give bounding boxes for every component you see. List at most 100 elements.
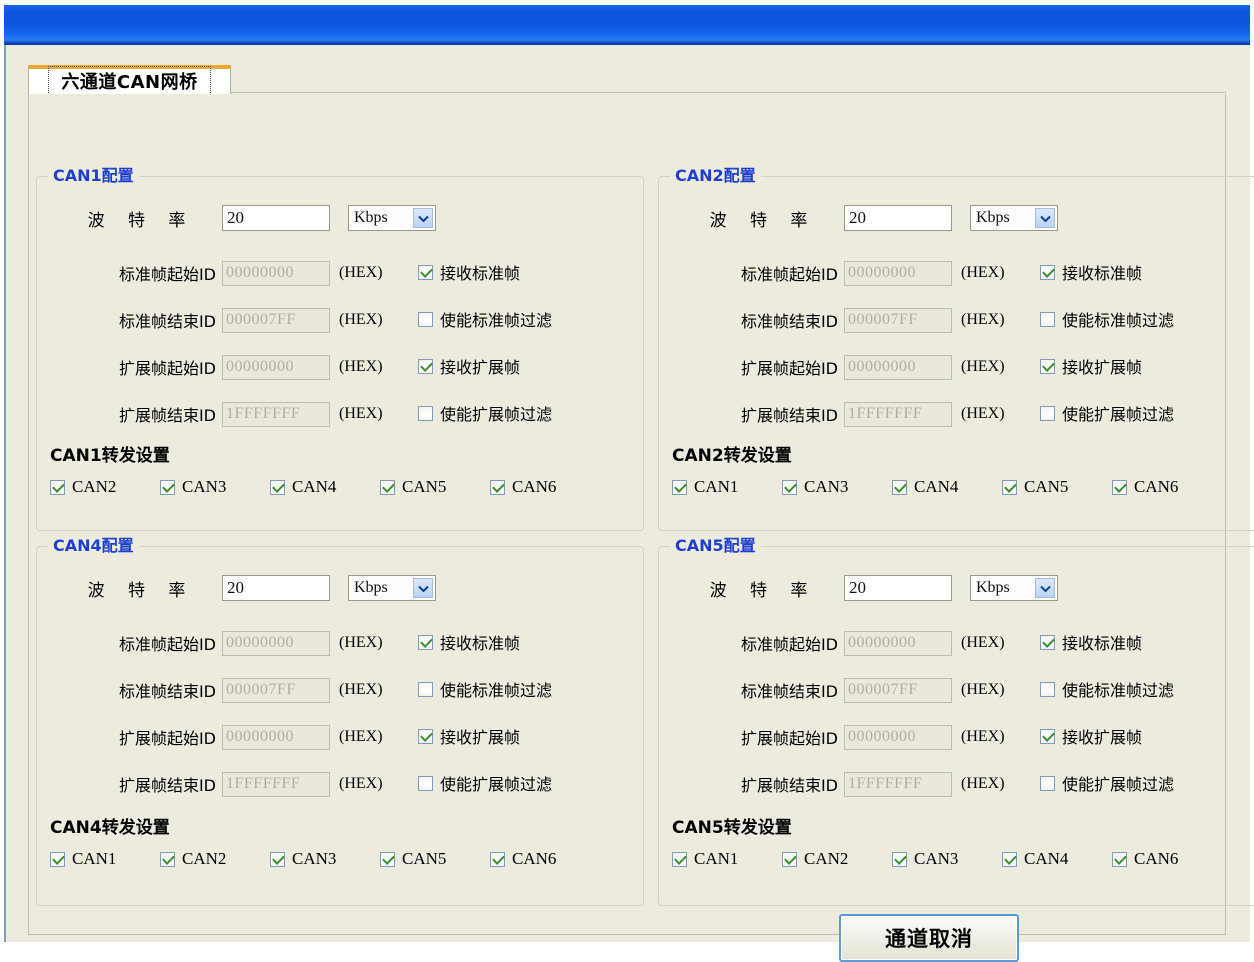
can1-baud-unit-value: Kbps bbox=[354, 209, 388, 226]
can2-std-start-id-input[interactable] bbox=[844, 260, 952, 286]
can1-enable-ext-filter-checkbox[interactable]: 使能扩展帧过滤 bbox=[418, 401, 552, 425]
can5-baud-unit-value: Kbps bbox=[976, 579, 1010, 596]
can5-ext-start-id-hex: (HEX) bbox=[961, 728, 1005, 745]
can4-forward-can2[interactable]: CAN2 bbox=[160, 849, 270, 869]
can1-std-start-id-row: 标准帧起始ID (HEX) bbox=[50, 260, 383, 286]
can4-enable-std-filter-checkbox[interactable]: 使能标准帧过滤 bbox=[418, 677, 552, 701]
can2-forward-can3[interactable]: CAN3 bbox=[782, 477, 892, 497]
can1-recv-ext-frame-checkbox[interactable]: 接收扩展帧 bbox=[418, 354, 520, 378]
can5-ext-start-id-input[interactable] bbox=[844, 724, 952, 750]
can1-std-start-id-input[interactable] bbox=[222, 260, 330, 286]
can2-baud-unit-select[interactable]: Kbps bbox=[970, 205, 1058, 231]
can1-baud-label: 波 特 率 bbox=[87, 210, 195, 231]
can4-ext-start-id-label: 扩展帧起始ID bbox=[118, 729, 216, 748]
can4-enable-ext-filter-checkbox[interactable]: 使能扩展帧过滤 bbox=[418, 771, 552, 795]
can1-enable-std-filter-checkbox[interactable]: 使能标准帧过滤 bbox=[418, 307, 552, 331]
can1-forward-can6[interactable]: CAN6 bbox=[490, 477, 600, 497]
can1-forward-can4[interactable]: CAN4 bbox=[270, 477, 380, 497]
can5-enable-ext-filter-checkbox[interactable]: 使能扩展帧过滤 bbox=[1040, 771, 1174, 795]
chevron-down-icon[interactable] bbox=[413, 578, 433, 598]
can5-forward-can6[interactable]: CAN6 bbox=[1112, 849, 1222, 869]
can2-std-end-id-input[interactable] bbox=[844, 307, 952, 333]
can2-forward-can4[interactable]: CAN4 bbox=[892, 477, 1002, 497]
can4-forward-can1[interactable]: CAN1 bbox=[50, 849, 160, 869]
can5-baud-input[interactable] bbox=[844, 575, 952, 601]
can1-forward-can2-label: CAN2 bbox=[72, 477, 117, 496]
can4-baud-input[interactable] bbox=[222, 575, 330, 601]
can5-ext-end-id-input[interactable] bbox=[844, 771, 952, 797]
can4-std-start-id-row: 标准帧起始ID (HEX) bbox=[50, 630, 383, 656]
can2-ext-end-id-label: 扩展帧结束ID bbox=[740, 406, 838, 425]
can4-baud-unit-select[interactable]: Kbps bbox=[348, 575, 436, 601]
can2-ext-start-id-input[interactable] bbox=[844, 354, 952, 380]
can5-forward-can3[interactable]: CAN3 bbox=[892, 849, 1002, 869]
can5-baud-unit-select[interactable]: Kbps bbox=[970, 575, 1058, 601]
can2-std-start-id-hex: (HEX) bbox=[961, 264, 1005, 281]
can4-ext-end-id-input[interactable] bbox=[222, 771, 330, 797]
can2-baud-input[interactable] bbox=[844, 205, 952, 231]
can1-forward-can5[interactable]: CAN5 bbox=[380, 477, 490, 497]
can4-std-end-id-input[interactable] bbox=[222, 677, 330, 703]
can4-ext-start-id-input[interactable] bbox=[222, 724, 330, 750]
can5-forward-can1-label: CAN1 bbox=[694, 849, 739, 868]
chevron-down-icon[interactable] bbox=[1035, 578, 1055, 598]
tab-strip: 六通道CAN网桥 bbox=[28, 65, 1226, 97]
can4-forward-can3[interactable]: CAN3 bbox=[270, 849, 380, 869]
can2-recv-std-frame-checkbox[interactable]: 接收标准帧 bbox=[1040, 260, 1142, 284]
can4-ext-end-id-hex: (HEX) bbox=[339, 775, 383, 792]
can4-forward-can6[interactable]: CAN6 bbox=[490, 849, 600, 869]
can4-recv-std-frame-checkbox[interactable]: 接收标准帧 bbox=[418, 630, 520, 654]
group-can4-config: CAN4配置 波 特 率 Kbps 标准帧起始ID (HEX) bbox=[36, 536, 644, 906]
chevron-down-icon[interactable] bbox=[1035, 208, 1055, 228]
can4-std-start-id-input[interactable] bbox=[222, 630, 330, 656]
can2-ext-end-id-input[interactable] bbox=[844, 401, 952, 427]
can2-std-end-id-hex: (HEX) bbox=[961, 311, 1005, 328]
can2-std-end-id-row: 标准帧结束ID (HEX) bbox=[672, 307, 1005, 333]
can4-recv-ext-frame-checkbox[interactable]: 接收扩展帧 bbox=[418, 724, 520, 748]
group-can5-config: CAN5配置 波 特 率 Kbps 标准帧起始ID (HEX) bbox=[658, 536, 1254, 906]
can1-std-end-id-input[interactable] bbox=[222, 307, 330, 333]
can4-std-start-id-label: 标准帧起始ID bbox=[118, 635, 216, 654]
can5-std-start-id-input[interactable] bbox=[844, 630, 952, 656]
can1-baud-row: 波 特 率 Kbps bbox=[60, 205, 436, 231]
checkbox-icon bbox=[418, 358, 433, 374]
can2-forward-can3-label: CAN3 bbox=[804, 477, 849, 496]
can2-forward-can6-label: CAN6 bbox=[1134, 477, 1179, 496]
can2-enable-ext-filter-checkbox[interactable]: 使能扩展帧过滤 bbox=[1040, 401, 1174, 425]
can1-ext-start-id-input[interactable] bbox=[222, 354, 330, 380]
can5-enable-std-filter-checkbox[interactable]: 使能标准帧过滤 bbox=[1040, 677, 1174, 701]
can5-forward-can4[interactable]: CAN4 bbox=[1002, 849, 1112, 869]
can1-baud-unit-select[interactable]: Kbps bbox=[348, 205, 436, 231]
can5-forward-can1[interactable]: CAN1 bbox=[672, 849, 782, 869]
tab-six-channel-can-bridge[interactable]: 六通道CAN网桥 bbox=[28, 65, 231, 97]
can2-enable-std-filter-checkbox[interactable]: 使能标准帧过滤 bbox=[1040, 307, 1174, 331]
can4-forward-can2-label: CAN2 bbox=[182, 849, 227, 868]
can4-std-end-id-label: 标准帧结束ID bbox=[118, 682, 216, 701]
can1-baud-input[interactable] bbox=[222, 205, 330, 231]
can5-std-end-id-input[interactable] bbox=[844, 677, 952, 703]
can1-forward-can3[interactable]: CAN3 bbox=[160, 477, 270, 497]
checkbox-icon bbox=[1040, 311, 1055, 327]
can2-forward-can6[interactable]: CAN6 bbox=[1112, 477, 1222, 497]
can5-std-start-id-row: 标准帧起始ID (HEX) bbox=[672, 630, 1005, 656]
can2-forward-can1[interactable]: CAN1 bbox=[672, 477, 782, 497]
can2-recv-ext-frame-label: 接收扩展帧 bbox=[1062, 358, 1143, 377]
channel-cancel-button[interactable]: 通道取消 bbox=[839, 914, 1019, 962]
can5-forward-can2[interactable]: CAN2 bbox=[782, 849, 892, 869]
can1-ext-end-id-input[interactable] bbox=[222, 401, 330, 427]
can2-forward-can5[interactable]: CAN5 bbox=[1002, 477, 1112, 497]
checkbox-icon bbox=[50, 479, 65, 495]
can4-baud-row: 波 特 率 Kbps bbox=[60, 575, 436, 601]
can1-forward-can2[interactable]: CAN2 bbox=[50, 477, 160, 497]
checkbox-icon bbox=[1040, 775, 1055, 791]
checkbox-icon bbox=[418, 775, 433, 791]
can5-std-end-id-label: 标准帧结束ID bbox=[740, 682, 838, 701]
can2-recv-ext-frame-checkbox[interactable]: 接收扩展帧 bbox=[1040, 354, 1142, 378]
can1-recv-std-frame-checkbox[interactable]: 接收标准帧 bbox=[418, 260, 520, 284]
can5-std-start-id-hex: (HEX) bbox=[961, 634, 1005, 651]
can5-recv-ext-frame-checkbox[interactable]: 接收扩展帧 bbox=[1040, 724, 1142, 748]
checkbox-icon bbox=[672, 851, 687, 867]
can4-forward-can5[interactable]: CAN5 bbox=[380, 849, 490, 869]
can5-recv-std-frame-checkbox[interactable]: 接收标准帧 bbox=[1040, 630, 1142, 654]
chevron-down-icon[interactable] bbox=[413, 208, 433, 228]
